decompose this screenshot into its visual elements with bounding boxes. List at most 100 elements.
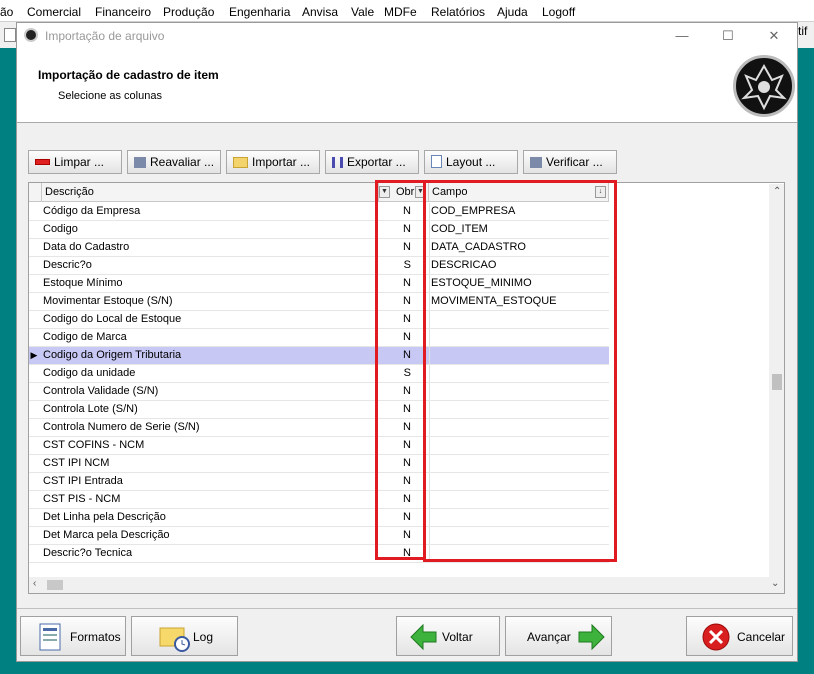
cell-descricao: CST COFINS - NCM <box>43 439 145 451</box>
row-indicator <box>29 527 39 544</box>
indicator-header <box>29 183 42 202</box>
cell-descricao: Data do Cadastro <box>43 241 130 253</box>
divider <box>17 608 797 609</box>
layout-button[interactable]: Layout ... <box>424 150 518 174</box>
log-button[interactable]: Log <box>131 616 238 656</box>
menu-item[interactable]: Anvisa <box>302 5 338 19</box>
menu-item[interactable]: Engenharia <box>229 5 290 19</box>
menu-item[interactable]: Vale <box>351 5 374 19</box>
importar-label: Importar ... <box>252 155 311 169</box>
row-indicator <box>29 419 39 436</box>
layout-label: Layout ... <box>446 155 496 169</box>
toolbar-icon[interactable] <box>4 28 16 42</box>
row-indicator <box>29 239 39 256</box>
scroll-up-icon[interactable]: ⌃ <box>773 186 781 197</box>
row-indicator <box>29 365 39 382</box>
cell-descricao: CST IPI Entrada <box>43 475 123 487</box>
cancelar-button[interactable]: Cancelar <box>686 616 793 656</box>
scroll-left-icon[interactable]: ‹ <box>33 578 36 589</box>
formatos-button[interactable]: Formatos <box>20 616 126 656</box>
row-indicator: ▶ <box>30 350 38 360</box>
menu-item[interactable]: Produção <box>163 5 214 19</box>
row-indicator <box>29 275 39 292</box>
row-indicator <box>29 293 39 310</box>
menu-item[interactable]: Relatórios <box>431 5 485 19</box>
background-text: tif <box>798 24 808 38</box>
row-indicator <box>29 545 39 562</box>
cancel-x-icon <box>702 623 730 651</box>
main-menubar: ão Comercial Financeiro Produção Engenharia A… <box>0 0 814 22</box>
cell-descricao: CST PIS - NCM <box>43 493 121 505</box>
wizard-header: Importação de cadastro de item Selecione… <box>17 49 797 123</box>
verify-icon <box>530 157 542 168</box>
cell-descricao: Código da Empresa <box>43 205 141 217</box>
cell-descricao: Codigo de Marca <box>43 331 127 343</box>
folder-clock-icon <box>159 627 190 652</box>
formats-document-icon <box>39 623 61 651</box>
row-indicator <box>29 257 39 274</box>
column-header-descricao[interactable]: Descrição <box>42 183 379 202</box>
cell-descricao: Controla Lote (S/N) <box>43 403 138 415</box>
limpar-button[interactable]: Limpar ... <box>28 150 122 174</box>
menu-item[interactable]: MDFe <box>384 5 417 19</box>
cell-descricao: Codigo do Local de Estoque <box>43 313 182 325</box>
scroll-thumb[interactable] <box>47 580 63 590</box>
menu-item[interactable]: Comercial <box>27 5 81 19</box>
row-indicator <box>29 491 39 508</box>
row-indicator <box>29 437 39 454</box>
menu-item[interactable]: Financeiro <box>95 5 151 19</box>
verificar-label: Verificar ... <box>546 155 603 169</box>
exportar-button[interactable]: Exportar ... <box>325 150 419 174</box>
menu-item[interactable]: ão <box>0 5 13 19</box>
cell-descricao: Controla Validade (S/N) <box>43 385 159 397</box>
import-dialog: Importação de arquivo — ☐ ✕ Importação d… <box>16 22 798 662</box>
export-icon <box>332 157 343 168</box>
cell-descricao: Codigo <box>43 223 78 235</box>
avancar-label: Avançar <box>527 630 571 644</box>
cell-descricao: Codigo da unidade <box>43 367 136 379</box>
menu-item[interactable]: Ajuda <box>497 5 528 19</box>
eraser-icon <box>35 159 50 165</box>
row-indicator <box>29 509 39 526</box>
arrow-right-icon <box>578 623 605 651</box>
scroll-down-icon[interactable]: ⌄ <box>771 578 779 589</box>
row-indicator <box>29 383 39 400</box>
page-subtitle: Selecione as colunas <box>58 90 162 102</box>
reavaliar-button[interactable]: Reavaliar ... <box>127 150 221 174</box>
highlight-box-campo <box>423 180 617 562</box>
avancar-button[interactable]: Avançar <box>505 616 612 656</box>
verificar-button[interactable]: Verificar ... <box>523 150 617 174</box>
reavaliar-label: Reavaliar ... <box>150 155 215 169</box>
cell-descricao: Det Linha pela Descrição <box>43 511 166 523</box>
cell-descricao: Controla Numero de Serie (S/N) <box>43 421 200 433</box>
importar-button[interactable]: Importar ... <box>226 150 320 174</box>
close-button[interactable]: ✕ <box>751 23 797 49</box>
reevaluate-icon <box>134 157 146 168</box>
vertical-scrollbar[interactable]: ⌃ <box>769 184 784 577</box>
folder-icon <box>233 157 248 168</box>
maximize-button[interactable]: ☐ <box>705 23 751 49</box>
cell-descricao: CST IPI NCM <box>43 457 110 469</box>
app-icon <box>24 28 38 42</box>
log-label: Log <box>193 630 214 644</box>
scroll-thumb[interactable] <box>772 374 782 390</box>
highlight-box-obr <box>375 180 426 560</box>
cancelar-label: Cancelar <box>737 630 786 644</box>
title-bar: Importação de arquivo — ☐ ✕ <box>17 23 797 49</box>
row-indicator <box>29 401 39 418</box>
logo-emblem-icon <box>741 63 787 111</box>
window-title: Importação de arquivo <box>45 29 165 43</box>
company-logo <box>733 55 795 117</box>
menu-item[interactable]: Logoff <box>542 5 575 19</box>
arrow-left-icon <box>410 623 437 651</box>
voltar-button[interactable]: Voltar <box>396 616 500 656</box>
row-indicator <box>29 455 39 472</box>
cell-descricao: Movimentar Estoque (S/N) <box>43 295 173 307</box>
cell-descricao: Estoque Mínimo <box>43 277 123 289</box>
document-icon <box>431 155 442 168</box>
row-indicator <box>29 329 39 346</box>
minimize-button[interactable]: — <box>659 23 705 49</box>
limpar-label: Limpar ... <box>54 155 105 169</box>
cell-descricao: Codigo da Origem Tributaria <box>43 349 182 361</box>
horizontal-scrollbar[interactable]: ‹ ⌄ <box>29 577 784 593</box>
